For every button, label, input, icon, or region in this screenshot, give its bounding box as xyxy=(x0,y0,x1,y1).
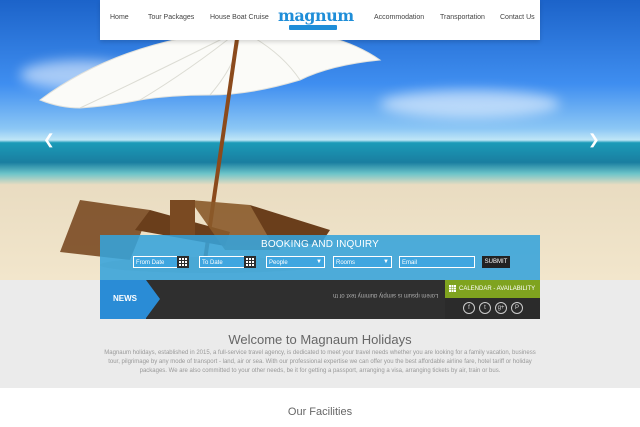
email-input[interactable]: Email xyxy=(399,256,475,268)
grid-icon xyxy=(449,285,456,292)
chevron-left-icon[interactable]: ❮ xyxy=(43,132,55,146)
calendar-availability-button[interactable]: CALENDAR - AVAILABILITY xyxy=(445,280,540,298)
top-navigation: Home Tour Packages House Boat Cruise mag… xyxy=(100,0,540,40)
submit-button[interactable]: SUBMIT xyxy=(482,256,510,268)
nav-contact-us[interactable]: Contact Us xyxy=(500,14,535,21)
calendar-grid-icon[interactable] xyxy=(244,256,256,268)
nav-tour-packages[interactable]: Tour Packages xyxy=(148,14,194,21)
email-placeholder: Email xyxy=(402,260,418,266)
side-panel: CALENDAR - AVAILABILITY f t g+ P xyxy=(445,280,540,319)
welcome-title: Welcome to Magnaum Holidays xyxy=(228,332,412,347)
chevron-down-icon: ▼ xyxy=(316,259,322,265)
news-label: NEWS xyxy=(100,280,160,319)
nav-home[interactable]: Home xyxy=(110,14,129,21)
facilities-title: Our Facilities xyxy=(287,406,353,418)
people-select[interactable]: People ▼ xyxy=(266,256,325,268)
chevron-down-icon: ▼ xyxy=(383,259,389,265)
people-select-label: People xyxy=(269,260,288,266)
logo-tagline-bar xyxy=(289,25,337,30)
from-date-placeholder: From Date xyxy=(136,260,165,266)
nav-house-boat-cruise[interactable]: House Boat Cruise xyxy=(210,14,269,21)
booking-title: BOOKING AND INQUIRY xyxy=(260,239,380,250)
booking-form: BOOKING AND INQUIRY From Date To Date Pe… xyxy=(100,235,540,280)
pinterest-icon[interactable]: P xyxy=(511,302,523,314)
to-date-placeholder: To Date xyxy=(202,260,223,266)
rooms-select-label: Rooms xyxy=(336,260,356,266)
news-ticker-text[interactable]: Lorem ipsum is simply dummy text of th xyxy=(333,292,438,298)
chevron-right-icon[interactable]: ❯ xyxy=(588,132,600,146)
google-plus-icon[interactable]: g+ xyxy=(495,302,507,314)
nav-accommodation[interactable]: Accommodation xyxy=(374,14,424,21)
calendar-label: CALENDAR - AVAILABILITY xyxy=(459,286,536,292)
logo-text: magnum xyxy=(278,6,354,25)
tumblr-icon[interactable]: t xyxy=(479,302,491,314)
news-ticker: NEWS Lorem ipsum is simply dummy text of… xyxy=(100,280,445,319)
from-date-input[interactable]: From Date xyxy=(133,256,189,268)
to-date-input[interactable]: To Date xyxy=(199,256,256,268)
logo[interactable]: magnum xyxy=(278,6,354,30)
welcome-text: Magnaum holidays, established in 2015, a… xyxy=(104,350,536,374)
nav-transportation[interactable]: Transportation xyxy=(440,14,485,21)
social-links: f t g+ P xyxy=(445,298,540,319)
calendar-grid-icon[interactable] xyxy=(177,256,189,268)
facebook-icon[interactable]: f xyxy=(463,302,475,314)
rooms-select[interactable]: Rooms ▼ xyxy=(333,256,392,268)
